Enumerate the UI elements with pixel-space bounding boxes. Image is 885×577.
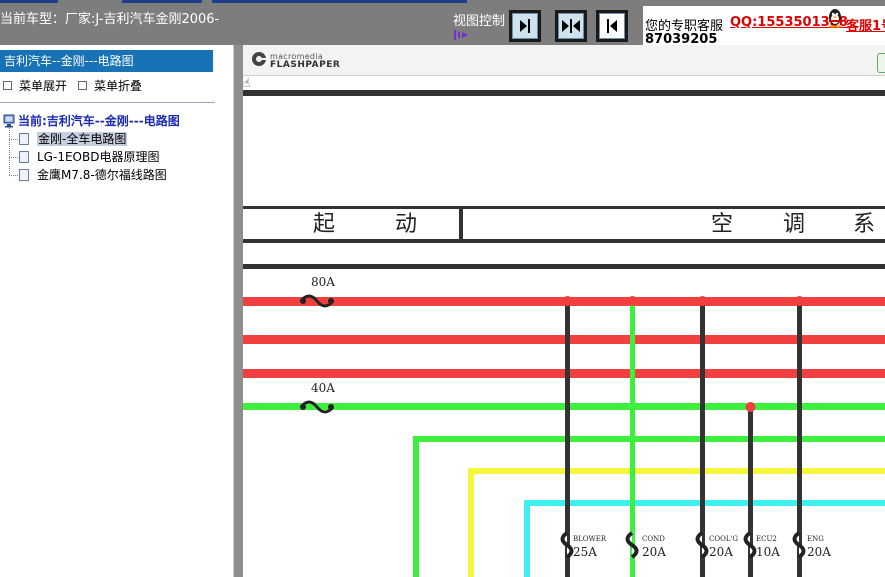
sidebar-divider xyxy=(0,102,215,103)
split-arrows-icon xyxy=(562,19,580,33)
current-vehicle-label: 当前车型：厂家:J-吉利汽车金刚2006- xyxy=(0,12,220,27)
top-bar: 当前车型：厂家:J-吉利汽车金刚2006- 视图控制 您的专职客服 QQ:155… xyxy=(0,0,885,47)
view-control-icon xyxy=(454,30,468,40)
menu-collapse-label: 菜单折叠 xyxy=(94,79,143,93)
document-icon xyxy=(19,133,29,145)
tree-item[interactable]: 金刚-全车电路图 xyxy=(9,130,128,147)
section-title: 空 xyxy=(711,212,733,237)
svg-text:10A: 10A xyxy=(756,545,780,559)
document-viewer[interactable]: macromedia FLASHPAPER ☝ 起 动 空 调 系 80A 40… xyxy=(243,45,885,577)
section-title: 系 xyxy=(853,212,875,237)
qq-penguin-icon[interactable] xyxy=(826,8,844,28)
svg-text:ECU2: ECU2 xyxy=(756,535,777,543)
service-agent-link[interactable]: 客服1号 xyxy=(846,15,885,34)
logo-big-text: FLASHPAPER xyxy=(270,60,341,70)
wire-red xyxy=(243,369,885,378)
fuse-80a: 80A xyxy=(299,275,335,308)
tree-item-label: LG-1EOBD电器原理图 xyxy=(37,150,160,164)
view-control-label: 视图控制 xyxy=(453,14,506,29)
tree-item[interactable]: 金鹰M7.8-德尔福线路图 xyxy=(9,166,167,183)
menu-expand-button[interactable]: 菜单展开 xyxy=(3,77,67,94)
tree-item-label: 金鹰M7.8-德尔福线路图 xyxy=(37,168,167,182)
svg-text:BLOWER: BLOWER xyxy=(573,535,607,543)
arrow-right-bar-icon xyxy=(520,19,530,33)
section-title: 起 xyxy=(313,212,335,237)
wire-yellow xyxy=(468,468,885,474)
section-title: 调 xyxy=(783,212,805,237)
svg-text:COOL'G: COOL'G xyxy=(709,535,738,543)
wire-green xyxy=(243,403,885,410)
fuse-label: 80A xyxy=(311,275,335,289)
menu-collapse-button[interactable]: 菜单折叠 xyxy=(78,77,142,94)
svg-text:20A: 20A xyxy=(807,545,831,559)
top-strip xyxy=(122,0,202,3)
document-icon xyxy=(19,169,29,181)
section-title: 动 xyxy=(395,212,417,237)
tree-item-label: 金刚-全车电路图 xyxy=(37,132,128,146)
zoom-control[interactable] xyxy=(877,53,885,73)
document-icon xyxy=(19,151,29,163)
svg-text:20A: 20A xyxy=(709,545,733,559)
expand-box-icon xyxy=(3,81,12,90)
tree-item[interactable]: LG-1EOBD电器原理图 xyxy=(9,148,159,165)
customer-service-panel: 您的专职客服 QQ:1553501388 客服1号 87039205 xyxy=(643,6,885,47)
svg-text:ENG: ENG xyxy=(807,535,824,543)
top-strip xyxy=(212,0,467,3)
fuse-40a: 40A xyxy=(299,381,335,414)
svg-text:COND: COND xyxy=(642,535,665,543)
menu-expand-label: 菜单展开 xyxy=(19,79,68,93)
svg-text:20A: 20A xyxy=(642,545,666,559)
wire-green xyxy=(413,436,885,442)
collapse-sidebar-button[interactable] xyxy=(509,10,541,42)
macromedia-logo-icon xyxy=(252,52,266,66)
top-strip xyxy=(0,0,58,3)
sidebar-title: 吉利汽车--金刚---电路图 xyxy=(0,50,213,72)
flashpaper-toolbar: macromedia FLASHPAPER xyxy=(243,45,885,76)
svg-text:25A: 25A xyxy=(573,545,597,559)
tree-root[interactable]: 当前:吉利汽车--金刚---电路图 xyxy=(3,112,180,129)
fuse-label: 40A xyxy=(311,381,335,395)
collapse-box-icon xyxy=(78,81,87,90)
wire-red xyxy=(243,335,885,344)
tree-root-label: 当前:吉利汽车--金刚---电路图 xyxy=(18,114,180,128)
panel-splitter[interactable] xyxy=(234,45,243,577)
arrow-left-bar-icon xyxy=(607,19,617,33)
computer-icon xyxy=(3,114,15,128)
circuit-diagram: 起 动 空 调 系 80A 40A BLOWER 25A COND 20A CO… xyxy=(243,90,885,577)
split-view-button[interactable] xyxy=(555,10,587,42)
expand-viewer-button[interactable] xyxy=(596,10,628,42)
sidebar: 吉利汽车--金刚---电路图 菜单展开 菜单折叠 当前:吉利汽车--金刚---电… xyxy=(0,45,234,577)
